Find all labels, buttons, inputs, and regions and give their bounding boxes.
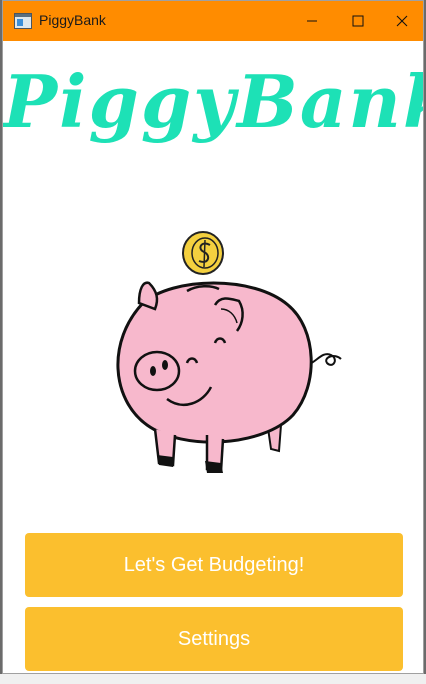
minimize-button[interactable] — [289, 1, 335, 41]
maximize-button[interactable] — [335, 1, 381, 41]
coin-icon — [182, 231, 224, 275]
lets-get-budgeting-button[interactable]: Let's Get Budgeting! — [25, 533, 403, 597]
brand-title: PiggyBank — [3, 59, 424, 144]
maximize-icon — [352, 15, 364, 27]
title-bar[interactable]: PiggyBank — [3, 1, 423, 41]
piggy-bank-illustration — [103, 225, 343, 477]
close-button[interactable] — [379, 1, 423, 41]
minimize-icon — [307, 20, 317, 22]
app-window: PiggyBank PiggyBank Let's Get Budgeting!… — [2, 0, 424, 674]
app-icon — [14, 13, 32, 29]
window-title: PiggyBank — [39, 12, 106, 28]
close-icon — [396, 15, 408, 27]
background-desktop — [0, 674, 426, 684]
settings-button[interactable]: Settings — [25, 607, 403, 671]
